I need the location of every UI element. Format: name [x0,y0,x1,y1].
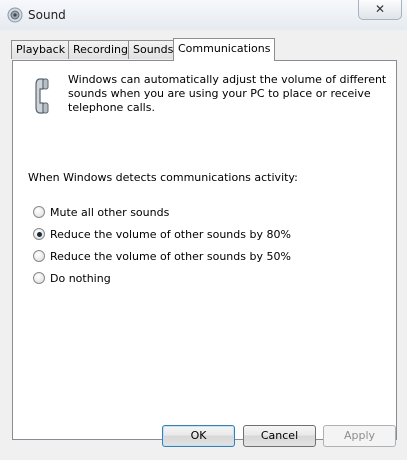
option-do-nothing[interactable]: Do nothing [33,270,111,286]
cancel-button[interactable]: Cancel [243,425,316,447]
dialog-client-area: Playback Recording Sounds Communications… [0,30,407,460]
tab-communications[interactable]: Communications [173,38,276,61]
tab-recording[interactable]: Recording [68,40,134,59]
communications-description: Windows can automatically adjust the vol… [68,73,387,114]
radio-button[interactable] [33,228,45,240]
tab-playback[interactable]: Playback [11,40,71,59]
window-title: Sound [28,8,66,22]
close-icon: ✕ [374,2,386,16]
option-reduce-80[interactable]: Reduce the volume of other sounds by 80% [33,226,291,242]
option-mute-all[interactable]: Mute all other sounds [33,204,169,220]
option-label: Reduce the volume of other sounds by 80% [50,227,291,241]
option-label: Do nothing [50,271,111,285]
radio-button[interactable] [33,206,45,218]
ok-button[interactable]: OK [162,425,235,447]
option-label: Mute all other sounds [50,205,170,219]
apply-button[interactable]: Apply [323,425,396,447]
communications-prompt: When Windows detects communications acti… [28,171,298,184]
close-button[interactable]: ✕ [358,0,402,20]
radio-button[interactable] [33,250,45,262]
option-reduce-50[interactable]: Reduce the volume of other sounds by 50% [33,248,291,264]
radio-button[interactable] [33,272,45,284]
communications-panel: Windows can automatically adjust the vol… [12,60,397,440]
title-bar[interactable]: Sound ✕ [0,0,407,30]
telephone-handset-icon [35,78,49,114]
speaker-icon [7,7,23,23]
tab-sounds[interactable]: Sounds [128,40,179,59]
sound-dialog-window: Sound ✕ Playback Recording Sounds Commun… [0,0,407,460]
option-label: Reduce the volume of other sounds by 50% [50,249,291,263]
